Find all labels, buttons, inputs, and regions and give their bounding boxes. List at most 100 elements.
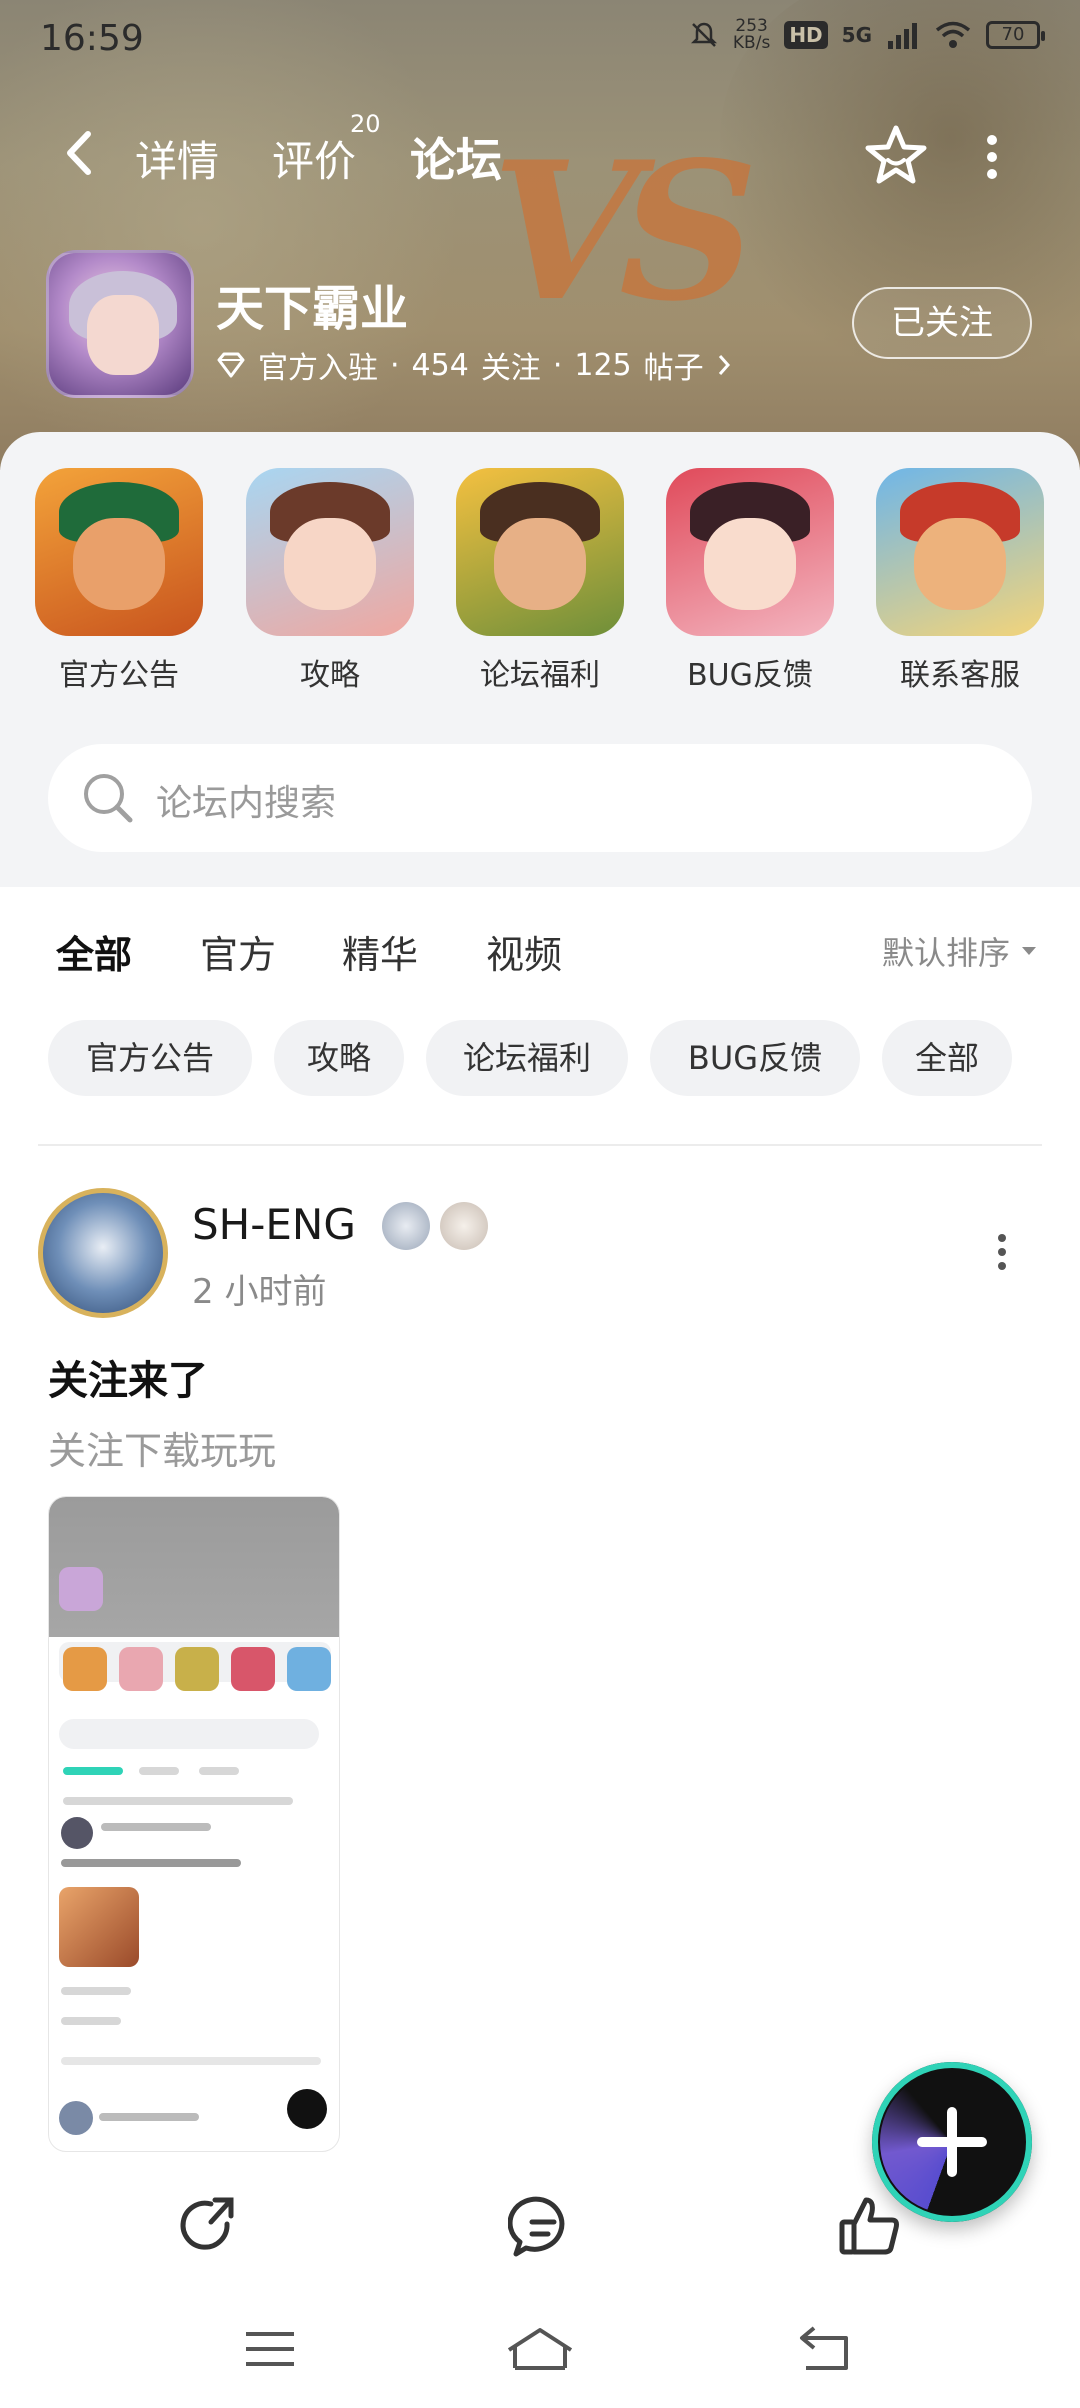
sort-dropdown[interactable]: 默认排序 <box>882 928 1038 974</box>
tab-all[interactable]: 全部 <box>56 924 133 987</box>
followers-label: 关注 <box>480 351 541 386</box>
guan-yu-avatar-icon <box>35 468 203 636</box>
menu-icon[interactable] <box>240 2324 300 2374</box>
image-line <box>101 1823 211 1831</box>
category-label: 论坛福利 <box>480 658 600 693</box>
image-thumbnail <box>231 1647 275 1691</box>
home-icon[interactable] <box>505 2324 575 2374</box>
image-thumbnail <box>59 2101 93 2135</box>
divider <box>38 1144 1042 1146</box>
forum-search-bar[interactable]: 论坛内搜索 <box>48 744 1032 852</box>
search-icon <box>84 774 133 823</box>
official-label: 官方入驻 <box>258 351 378 386</box>
posts-count: 125 <box>574 347 632 383</box>
post-title: 关注来了 <box>48 1358 208 1404</box>
image-line <box>61 2017 121 2025</box>
game-icon <box>46 250 194 398</box>
image-thumbnail <box>287 2089 327 2129</box>
level-badge-icon <box>382 1202 430 1250</box>
post-body: 关注下载玩玩 <box>48 1429 277 1473</box>
chip-all[interactable]: 全部 <box>882 1020 1012 1096</box>
category-forum-benefits[interactable]: 论坛福利 <box>455 468 625 694</box>
status-icons: 253 KB/s HD 5G 70 <box>689 18 1045 52</box>
chip-forum-benefits[interactable]: 论坛福利 <box>426 1020 628 1096</box>
image-thumbnail <box>175 1647 219 1691</box>
image-line <box>61 1859 241 1867</box>
filter-tabs: 全部 官方 精华 视频 默认排序 <box>0 910 1080 1000</box>
category-official-announcements[interactable]: 官方公告 <box>34 468 204 694</box>
image-line <box>61 2057 321 2065</box>
followers-count: 454 <box>411 347 469 383</box>
game-meta: 官方入驻 · 454 关注 · 125 帖子 <box>216 343 732 387</box>
category-customer-service[interactable]: 联系客服 <box>875 468 1045 694</box>
character-badge-icon <box>440 1202 488 1250</box>
back-icon[interactable] <box>796 2324 856 2374</box>
image-thumbnail <box>63 1647 107 1691</box>
image-row <box>59 1719 319 1749</box>
more-vertical-icon[interactable] <box>982 132 1002 182</box>
smiling-girl-avatar-icon <box>666 468 834 636</box>
chip-official-announcements[interactable]: 官方公告 <box>48 1020 252 1096</box>
post-username[interactable]: SH-ENG <box>192 1200 356 1249</box>
header-banner: VS 16:59 253 KB/s HD 5G 70 详情 评价 20 论坛 天… <box>0 0 1080 470</box>
status-time: 16:59 <box>40 18 144 59</box>
sort-label: 默认排序 <box>881 934 1010 972</box>
category-shortcuts: 官方公告 攻略 论坛福利 BUG反馈 联系客服 <box>0 468 1080 693</box>
tab-forum[interactable]: 论坛 <box>406 124 506 190</box>
maiden-avatar-icon <box>246 468 414 636</box>
post-time: 2 小时前 <box>192 1272 327 1312</box>
category-guides[interactable]: 攻略 <box>245 468 415 694</box>
category-bug-feedback[interactable]: BUG反馈 <box>665 468 835 694</box>
share-icon[interactable] <box>175 2192 245 2262</box>
category-label: 联系客服 <box>900 658 1020 693</box>
game-title: 天下霸业 <box>216 281 409 337</box>
general-avatar-icon <box>876 468 1044 636</box>
mute-bell-icon <box>690 22 717 47</box>
category-chips: 官方公告 攻略 论坛福利 BUG反馈 全部 <box>48 1020 1048 1096</box>
game-info: 天下霸业 官方入驻 · 454 关注 · 125 帖子 已关注 <box>0 245 1080 405</box>
more-vertical-icon[interactable] <box>992 1230 1012 1274</box>
diamond-icon <box>217 352 245 378</box>
follow-button[interactable]: 已关注 <box>852 287 1032 359</box>
chip-guides[interactable]: 攻略 <box>274 1020 404 1096</box>
comment-icon[interactable] <box>508 2192 578 2262</box>
image-thumbnail <box>119 1647 163 1691</box>
back-arrow-icon[interactable] <box>60 128 100 178</box>
image-row <box>59 1887 139 1967</box>
plus-icon <box>917 2107 987 2177</box>
image-thumbnail <box>287 1647 331 1691</box>
status-bar: 16:59 253 KB/s HD 5G 70 <box>0 0 1080 80</box>
review-count-badge: 20 <box>350 110 381 138</box>
wifi-icon <box>935 21 971 48</box>
image-line <box>63 1767 123 1775</box>
warrior-avatar-icon <box>456 468 624 636</box>
post-image[interactable] <box>48 1496 340 2152</box>
meta-separator: · <box>552 347 563 383</box>
avatar[interactable] <box>38 1188 168 1318</box>
tab-details[interactable]: 详情 <box>135 128 219 189</box>
image-line <box>199 1767 239 1775</box>
star-icon[interactable] <box>862 122 930 190</box>
signal-icon <box>888 23 917 49</box>
system-navigation-bar <box>0 2290 1080 2408</box>
top-navigation: 详情 评价 20 论坛 <box>0 110 1080 200</box>
tab-video[interactable]: 视频 <box>486 924 562 979</box>
chip-bug-feedback[interactable]: BUG反馈 <box>650 1020 860 1096</box>
network-type: 5G <box>841 23 872 47</box>
tab-official[interactable]: 官方 <box>200 924 276 979</box>
category-label: 官方公告 <box>59 658 179 693</box>
speed-unit: KB/s <box>732 33 771 53</box>
battery-indicator: 70 <box>986 21 1045 49</box>
network-speed: 253 KB/s <box>733 18 770 52</box>
posts-label[interactable]: 帖子 <box>644 343 704 387</box>
hd-badge: HD <box>784 21 828 49</box>
search-placeholder: 论坛内搜索 <box>156 783 337 824</box>
image-line <box>63 1797 293 1805</box>
chevron-right-icon[interactable] <box>716 352 732 378</box>
image-thumbnail <box>61 1817 93 1849</box>
tab-featured[interactable]: 精华 <box>342 924 418 979</box>
category-label: BUG反馈 <box>687 658 813 693</box>
image-thumbnail <box>59 1567 103 1611</box>
like-icon[interactable] <box>836 2192 906 2262</box>
tab-reviews[interactable]: 评价 <box>272 128 356 189</box>
